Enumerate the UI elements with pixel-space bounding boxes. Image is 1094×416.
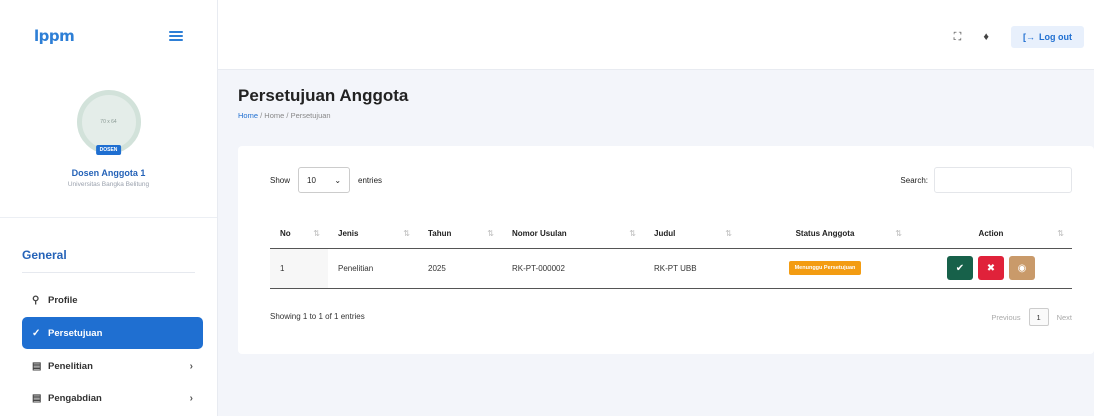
show-label: Show xyxy=(270,175,291,185)
sidebar: lppm 70 x 64 DOSEN Dosen Anggota 1 Unive… xyxy=(0,0,218,416)
status-badge: Menunggu Persetujuan xyxy=(788,261,862,275)
avatar-placeholder-text: 70 x 64 xyxy=(100,119,117,125)
sort-icon: ⇅ xyxy=(1057,229,1064,239)
cell-judul: RK-PT UBB xyxy=(644,248,740,289)
sidebar-item-label: Pengabdian xyxy=(48,392,102,404)
person-icon: ⚲ xyxy=(32,294,40,306)
column-header-action[interactable]: Action ⇅ xyxy=(910,220,1072,249)
sort-icon: ⇅ xyxy=(725,229,732,239)
column-header-status[interactable]: Status Anggota ⇅ xyxy=(740,220,910,249)
sort-icon: ⇅ xyxy=(487,229,494,239)
table-header-row: No ⇅ Jenis ⇅ Tahun ⇅ Nomor Usulan ⇅ Judul ⇅ S… xyxy=(270,220,1072,249)
column-header-no[interactable]: No ⇅ xyxy=(270,220,328,249)
logout-icon: [→ xyxy=(1023,32,1035,42)
logout-label: Log out xyxy=(1039,32,1072,42)
data-table: No ⇅ Jenis ⇅ Tahun ⇅ Nomor Usulan ⇅ Judul ⇅ S… xyxy=(270,220,1072,289)
chevron-right-icon: › xyxy=(189,360,193,372)
sidebar-item-label: Penelitian xyxy=(48,360,93,372)
breadcrumb-home-link[interactable]: Home xyxy=(238,111,258,120)
row-actions: ✔ ✖ ◉ xyxy=(920,256,1062,280)
sort-icon: ⇅ xyxy=(629,229,636,239)
profile-university: Universitas Bangka Belitung xyxy=(67,181,150,188)
breadcrumb-current: Persetujuan xyxy=(290,111,331,120)
fullscreen-icon[interactable]: ⛶ xyxy=(954,31,962,44)
check-icon: ✔ xyxy=(955,262,965,274)
page-title: Persetujuan Anggota xyxy=(238,86,409,105)
cell-status: Menunggu Persetujuan xyxy=(740,248,910,289)
document-icon: ▤ xyxy=(32,360,42,372)
chevron-down-icon: ⌄ xyxy=(334,175,342,185)
entries-select[interactable]: 10 ⌄ xyxy=(298,167,351,193)
chevron-right-icon: › xyxy=(189,392,193,404)
document-icon: ▤ xyxy=(32,392,42,404)
search-label: Search: xyxy=(900,175,928,185)
column-header-tahun[interactable]: Tahun ⇅ xyxy=(418,220,502,249)
entries-control: Show 10 ⌄ entries xyxy=(270,167,382,193)
view-button[interactable]: ◉ xyxy=(1009,256,1035,280)
table-row: 1 Penelitian 2025 RK-PT-000002 RK-PT UBB… xyxy=(270,248,1072,289)
avatar: 70 x 64 DOSEN xyxy=(76,90,141,155)
logout-button[interactable]: [→ Log out xyxy=(1011,26,1084,48)
breadcrumb: Home / Home / Persetujuan xyxy=(238,111,331,120)
topbar: ⛶ ♦ [→ Log out xyxy=(218,0,1094,70)
sidebar-menu: ⚲ Profile ✓ Persetujuan ▤ Penelitian › ▤… xyxy=(0,273,217,413)
sidebar-item-penelitian[interactable]: ▤ Penelitian › xyxy=(22,351,203,381)
sidebar-item-persetujuan[interactable]: ✓ Persetujuan xyxy=(22,317,203,349)
sort-icon: ⇅ xyxy=(403,229,410,239)
column-header-jenis[interactable]: Jenis ⇅ xyxy=(328,220,418,249)
search-control: Search: xyxy=(900,167,1072,193)
entries-label: entries xyxy=(358,175,383,185)
sidebar-item-label: Profile xyxy=(48,294,78,306)
table-card: Show 10 ⌄ entries Search: No ⇅ Jenis ⇅ Tah… xyxy=(238,146,1094,354)
cell-tahun: 2025 xyxy=(418,248,502,289)
sidebar-item-label: Persetujuan xyxy=(48,327,103,339)
menu-toggle-icon[interactable] xyxy=(169,31,183,41)
cell-action: ✔ ✖ ◉ xyxy=(910,248,1072,289)
role-badge: DOSEN xyxy=(95,145,122,155)
table-info: Showing 1 to 1 of 1 entries xyxy=(270,312,365,321)
page-button-1[interactable]: 1 xyxy=(1028,308,1049,326)
sidebar-section-title: General xyxy=(22,248,195,273)
cell-no: 1 xyxy=(270,248,328,289)
entries-select-value: 10 xyxy=(307,175,316,185)
next-page-button[interactable]: Next xyxy=(1057,313,1072,322)
approve-button[interactable]: ✔ xyxy=(947,256,973,280)
bell-icon[interactable]: ♦ xyxy=(983,31,989,43)
pagination: Previous 1 Next xyxy=(991,308,1072,326)
reject-button[interactable]: ✖ xyxy=(978,256,1004,280)
close-icon: ✖ xyxy=(986,262,996,274)
sort-icon: ⇅ xyxy=(895,229,902,239)
sidebar-header: lppm xyxy=(0,0,217,72)
topbar-actions: ⛶ ♦ [→ Log out xyxy=(954,26,1084,48)
column-header-judul[interactable]: Judul ⇅ xyxy=(644,220,740,249)
sidebar-section: General xyxy=(0,218,217,273)
previous-page-button[interactable]: Previous xyxy=(991,313,1020,322)
eye-icon: ◉ xyxy=(1017,262,1027,274)
profile-card: 70 x 64 DOSEN Dosen Anggota 1 Universita… xyxy=(0,72,217,218)
check-icon: ✓ xyxy=(32,327,41,339)
profile-name: Dosen Anggota 1 xyxy=(71,168,146,178)
column-header-nomor-usulan[interactable]: Nomor Usulan ⇅ xyxy=(502,220,644,249)
search-input[interactable] xyxy=(934,167,1072,193)
sidebar-item-pengabdian[interactable]: ▤ Pengabdian › xyxy=(22,383,203,413)
app-logo[interactable]: lppm xyxy=(34,27,75,45)
cell-nomor-usulan: RK-PT-000002 xyxy=(502,248,644,289)
sort-icon: ⇅ xyxy=(313,229,320,239)
cell-jenis: Penelitian xyxy=(328,248,418,289)
breadcrumb-item[interactable]: Home xyxy=(264,111,284,120)
sidebar-item-profile[interactable]: ⚲ Profile xyxy=(22,285,203,315)
